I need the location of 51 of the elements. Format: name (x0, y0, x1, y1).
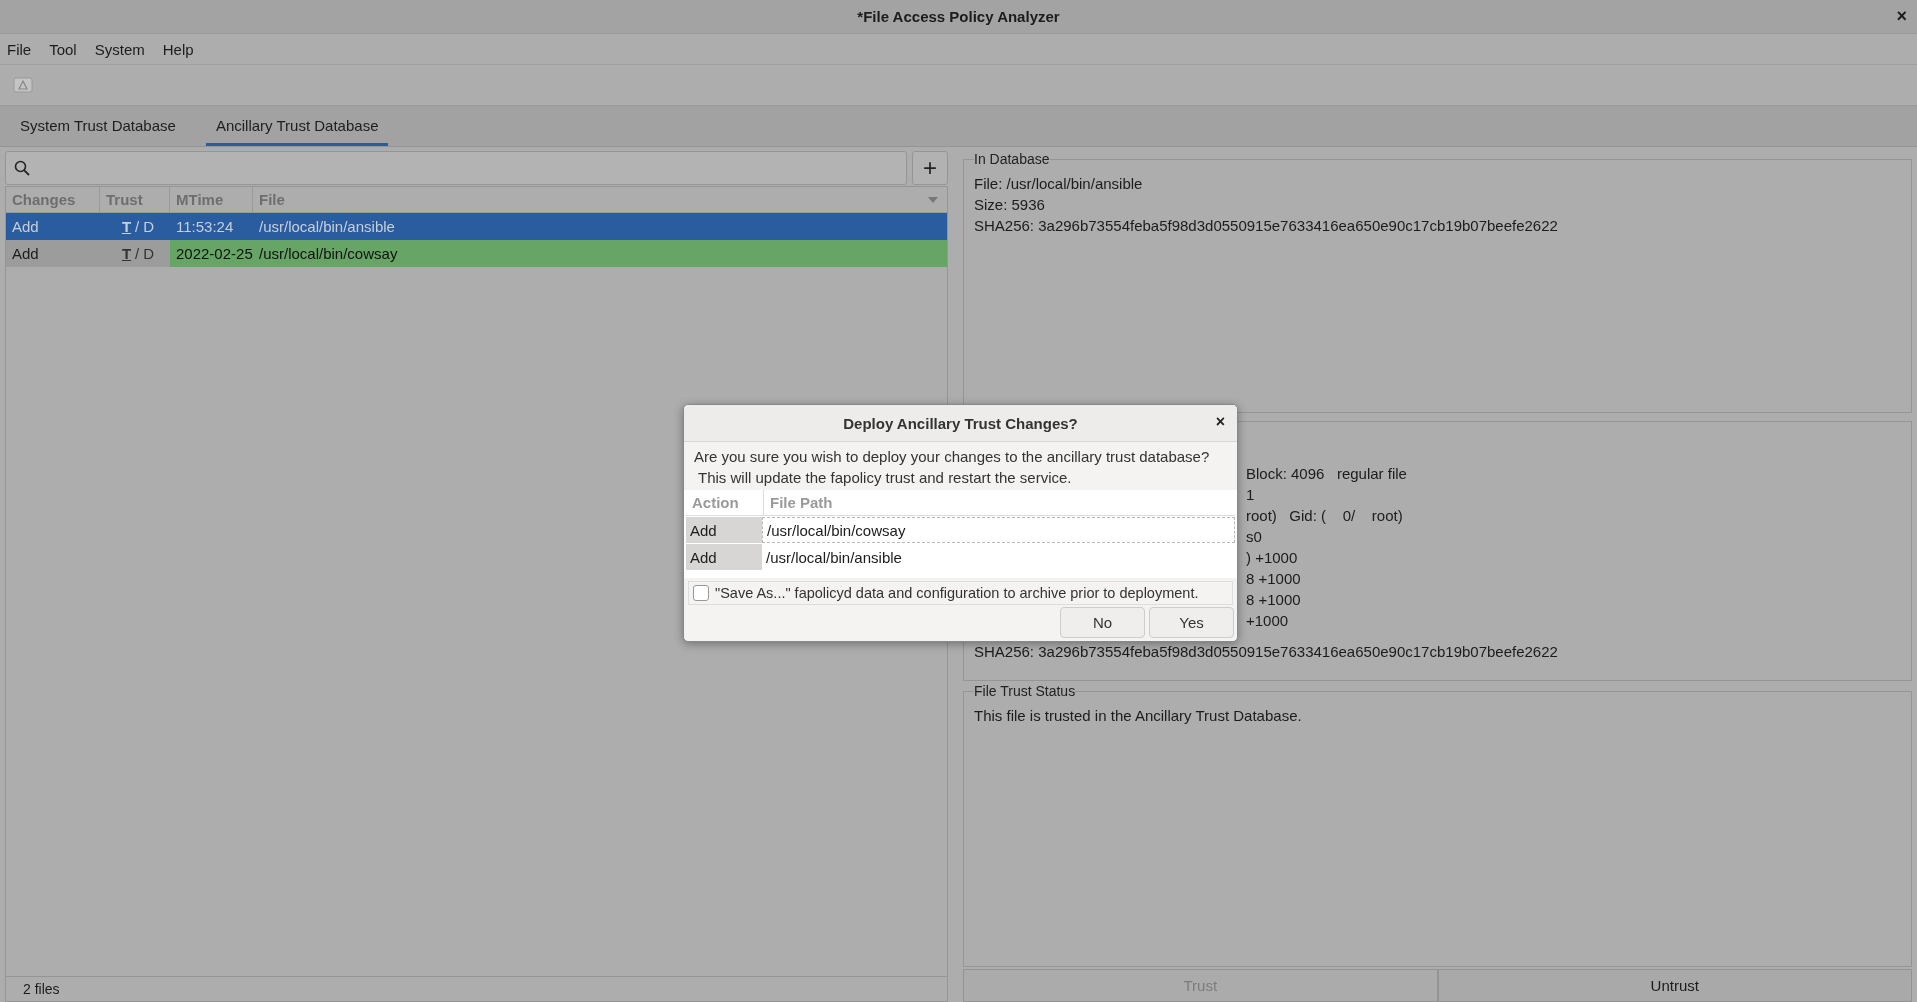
separator: / (135, 245, 140, 262)
add-button[interactable]: + (912, 151, 948, 185)
trust-letter[interactable]: T (121, 218, 132, 235)
table-cell[interactable]: /usr/local/bin/cowsay (762, 517, 1235, 543)
info-line: Size: 5936 (974, 195, 1046, 215)
tab[interactable]: System Trust Database (10, 117, 186, 146)
table-cell: 2022-02-25 (170, 240, 253, 267)
trust-letter[interactable]: D (143, 218, 155, 235)
dialog-message: This will update the fapolicy trust and restart the service. (697, 468, 1073, 488)
trust-letter[interactable]: D (143, 245, 155, 262)
dropdown-arrow-icon[interactable] (927, 196, 939, 204)
close-button[interactable]: × (1215, 413, 1225, 431)
window-title: *File Access Policy Analyzer (857, 8, 1060, 25)
close-button[interactable]: × (1896, 6, 1907, 27)
info-line: SHA256: 3a296b73554feba5f98d3d0550915e7633416ea650e90c17cb19b07beefe2622 (974, 642, 1559, 662)
menu-item[interactable]: Help (162, 40, 194, 58)
tab[interactable]: Ancillary Trust Database (205, 117, 389, 146)
table-cell: /usr/local/bin/cowsay (253, 240, 947, 267)
panel-title: In Database (974, 151, 1050, 167)
separator: / (135, 218, 140, 235)
dialog-button[interactable]: No (1060, 607, 1145, 638)
info-line: 8 +1000 (1246, 590, 1302, 610)
status-text: 2 files (23, 981, 60, 997)
panel-title: File Trust Status (974, 683, 1076, 699)
table-cell: Add (686, 544, 762, 570)
table-cell: Add (6, 240, 100, 267)
menu-item[interactable]: Tool (49, 40, 77, 58)
info-line: ) +1000 (1246, 548, 1299, 568)
action-button[interactable]: Untrust (1437, 969, 1912, 1002)
trust-letter[interactable]: T (121, 245, 132, 262)
info-line: s0 (1246, 527, 1263, 547)
warning-icon[interactable] (13, 77, 33, 93)
dialog-title: Deploy Ancillary Trust Changes? (843, 414, 1078, 432)
menu-item[interactable]: File (7, 40, 32, 58)
table-cell[interactable]: /usr/local/bin/ansible (762, 544, 1235, 570)
info-line: Block: 4096 regular file (1246, 464, 1408, 484)
dialog-button[interactable]: Yes (1149, 607, 1234, 638)
trust-status-text: This file is trusted in the Ancillary Trust Database. (974, 706, 1303, 726)
info-line: File: /usr/local/bin/ansible (974, 174, 1144, 194)
menu-item[interactable]: System (94, 40, 145, 58)
info-line: root) Gid: ( 0/ root) (1246, 506, 1404, 526)
table-row[interactable]: Add T / D 2022-02-25 /usr/local/bin/cowsay (6, 240, 947, 267)
info-line: +1000 (1246, 611, 1290, 631)
checkbox[interactable] (693, 585, 709, 601)
table-cell: Add (686, 517, 762, 543)
info-line: 8 +1000 (1246, 569, 1302, 589)
search-icon (14, 160, 30, 176)
dialog-message: Are you sure you wish to deploy your changes to the ancillary trust database? (694, 447, 1211, 467)
info-line: 1 (1246, 485, 1256, 505)
info-line: SHA256: 3a296b73554feba5f98d3d0550915e7633416ea650e90c17cb19b07beefe2622 (974, 216, 1559, 236)
search-field[interactable] (5, 151, 907, 185)
